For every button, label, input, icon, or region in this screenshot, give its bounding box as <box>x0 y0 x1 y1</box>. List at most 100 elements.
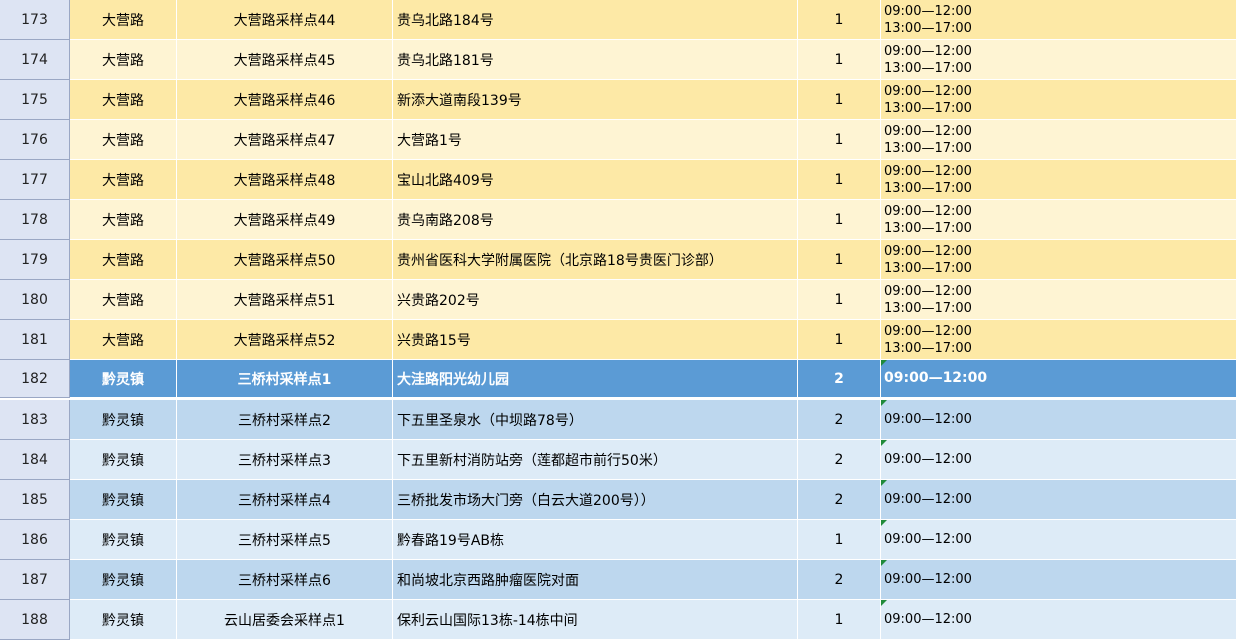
town-cell[interactable]: 黔灵镇 <box>70 480 177 520</box>
time-cell[interactable]: 09:00—12:00 13:00—17:00 <box>881 320 1237 360</box>
row-number-cell[interactable]: 178 <box>0 200 70 240</box>
time-cell[interactable]: 09:00—12:00 <box>881 560 1237 600</box>
town-cell[interactable]: 黔灵镇 <box>70 600 177 640</box>
address-cell[interactable]: 和尚坡北京西路肿瘤医院对面 <box>393 560 798 600</box>
town-cell[interactable]: 黔灵镇 <box>70 520 177 560</box>
time-afternoon: 13:00—17:00 <box>884 140 972 156</box>
address-cell[interactable]: 下五里圣泉水（中坝路78号） <box>393 400 798 440</box>
sampling-point-cell[interactable]: 三桥村采样点6 <box>177 560 393 600</box>
address-cell[interactable]: 贵乌北路184号 <box>393 0 798 40</box>
time-cell[interactable]: 09:00—12:00 13:00—17:00 <box>881 160 1237 200</box>
count-cell[interactable]: 1 <box>798 320 881 360</box>
sampling-point-cell[interactable]: 大营路采样点45 <box>177 40 393 80</box>
address-cell[interactable]: 三桥批发市场大门旁（白云大道200号）） <box>393 480 798 520</box>
row-number-cell[interactable]: 174 <box>0 40 70 80</box>
sampling-point-cell[interactable]: 大营路采样点44 <box>177 0 393 40</box>
count-cell[interactable]: 1 <box>798 120 881 160</box>
address-cell[interactable]: 黔春路19号AB栋 <box>393 520 798 560</box>
time-cell[interactable]: 09:00—12:00 13:00—17:00 <box>881 40 1237 80</box>
row-number-cell[interactable]: 182 <box>0 360 70 398</box>
count-cell[interactable]: 1 <box>798 80 881 120</box>
count-cell[interactable]: 2 <box>798 480 881 520</box>
sampling-point-cell[interactable]: 大营路采样点46 <box>177 80 393 120</box>
town-cell[interactable]: 大营路 <box>70 320 177 360</box>
time-cell[interactable]: 09:00—12:00 <box>881 480 1237 520</box>
count-cell[interactable]: 1 <box>798 520 881 560</box>
town-cell[interactable]: 黔灵镇 <box>70 560 177 600</box>
row-number-cell[interactable]: 185 <box>0 480 70 520</box>
count-cell[interactable]: 1 <box>798 40 881 80</box>
count-cell[interactable]: 1 <box>798 200 881 240</box>
time-morning: 09:00—12:00 <box>884 123 972 139</box>
sampling-point-cell[interactable]: 三桥村采样点2 <box>177 400 393 440</box>
sampling-point-cell[interactable]: 三桥村采样点3 <box>177 440 393 480</box>
count-cell[interactable]: 2 <box>798 400 881 440</box>
sampling-point-cell[interactable]: 三桥村采样点5 <box>177 520 393 560</box>
row-number-cell[interactable]: 175 <box>0 80 70 120</box>
count-cell[interactable]: 2 <box>798 360 881 398</box>
sampling-point-cell[interactable]: 大营路采样点48 <box>177 160 393 200</box>
time-morning: 09:00—12:00 <box>884 203 972 219</box>
sampling-point-cell[interactable]: 大营路采样点50 <box>177 240 393 280</box>
sampling-point-cell[interactable]: 大营路采样点49 <box>177 200 393 240</box>
row-number-cell[interactable]: 180 <box>0 280 70 320</box>
address-cell[interactable]: 兴贵路15号 <box>393 320 798 360</box>
time-cell[interactable]: 09:00—12:00 13:00—17:00 <box>881 200 1237 240</box>
town-cell[interactable]: 大营路 <box>70 0 177 40</box>
time-cell[interactable]: 09:00—12:00 <box>881 360 1237 398</box>
address-cell[interactable]: 保利云山国际13栋-14栋中间 <box>393 600 798 640</box>
town-cell[interactable]: 大营路 <box>70 240 177 280</box>
count-cell[interactable]: 1 <box>798 280 881 320</box>
count-cell[interactable]: 2 <box>798 560 881 600</box>
town-cell[interactable]: 大营路 <box>70 160 177 200</box>
town-cell[interactable]: 黔灵镇 <box>70 360 177 398</box>
count-cell[interactable]: 1 <box>798 240 881 280</box>
time-cell[interactable]: 09:00—12:00 13:00—17:00 <box>881 80 1237 120</box>
row-number-cell[interactable]: 183 <box>0 400 70 440</box>
time-cell[interactable]: 09:00—12:00 13:00—17:00 <box>881 280 1237 320</box>
address-cell[interactable]: 宝山北路409号 <box>393 160 798 200</box>
sampling-point-cell[interactable]: 大营路采样点51 <box>177 280 393 320</box>
row-number-cell[interactable]: 187 <box>0 560 70 600</box>
row-number-cell[interactable]: 176 <box>0 120 70 160</box>
time-cell[interactable]: 09:00—12:00 <box>881 440 1237 480</box>
town-cell[interactable]: 黔灵镇 <box>70 440 177 480</box>
town-cell[interactable]: 大营路 <box>70 280 177 320</box>
sampling-point-cell[interactable]: 三桥村采样点1 <box>177 360 393 398</box>
row-number-cell[interactable]: 186 <box>0 520 70 560</box>
row-number-cell[interactable]: 177 <box>0 160 70 200</box>
count-cell[interactable]: 1 <box>798 600 881 640</box>
address-cell[interactable]: 下五里新村消防站旁（莲都超市前行50米） <box>393 440 798 480</box>
address-cell[interactable]: 大营路1号 <box>393 120 798 160</box>
town-cell[interactable]: 大营路 <box>70 120 177 160</box>
address-cell[interactable]: 新添大道南段139号 <box>393 80 798 120</box>
address-cell[interactable]: 贵乌北路181号 <box>393 40 798 80</box>
count-cell[interactable]: 1 <box>798 0 881 40</box>
town-cell[interactable]: 大营路 <box>70 80 177 120</box>
address-cell[interactable]: 兴贵路202号 <box>393 280 798 320</box>
town-cell[interactable]: 大营路 <box>70 200 177 240</box>
address-cell[interactable]: 大洼路阳光幼儿园 <box>393 360 798 398</box>
count-cell[interactable]: 2 <box>798 440 881 480</box>
time-cell[interactable]: 09:00—12:00 <box>881 400 1237 440</box>
sampling-point-cell[interactable]: 三桥村采样点4 <box>177 480 393 520</box>
time-cell[interactable]: 09:00—12:00 13:00—17:00 <box>881 120 1237 160</box>
row-number-cell[interactable]: 181 <box>0 320 70 360</box>
town-cell[interactable]: 黔灵镇 <box>70 400 177 440</box>
town-cell[interactable]: 大营路 <box>70 40 177 80</box>
address-cell[interactable]: 贵乌南路208号 <box>393 200 798 240</box>
address-cell[interactable]: 贵州省医科大学附属医院（北京路18号贵医门诊部） <box>393 240 798 280</box>
row-number-cell[interactable]: 179 <box>0 240 70 280</box>
sampling-point-cell[interactable]: 云山居委会采样点1 <box>177 600 393 640</box>
row-number-cell[interactable]: 184 <box>0 440 70 480</box>
sampling-point-cell[interactable]: 大营路采样点47 <box>177 120 393 160</box>
time-cell[interactable]: 09:00—12:00 13:00—17:00 <box>881 240 1237 280</box>
row-number-cell[interactable]: 188 <box>0 600 70 640</box>
time-afternoon: 13:00—17:00 <box>884 300 972 316</box>
time-cell[interactable]: 09:00—12:00 13:00—17:00 <box>881 0 1237 40</box>
time-cell[interactable]: 09:00—12:00 <box>881 600 1237 640</box>
count-cell[interactable]: 1 <box>798 160 881 200</box>
sampling-point-cell[interactable]: 大营路采样点52 <box>177 320 393 360</box>
row-number-cell[interactable]: 173 <box>0 0 70 40</box>
time-cell[interactable]: 09:00—12:00 <box>881 520 1237 560</box>
